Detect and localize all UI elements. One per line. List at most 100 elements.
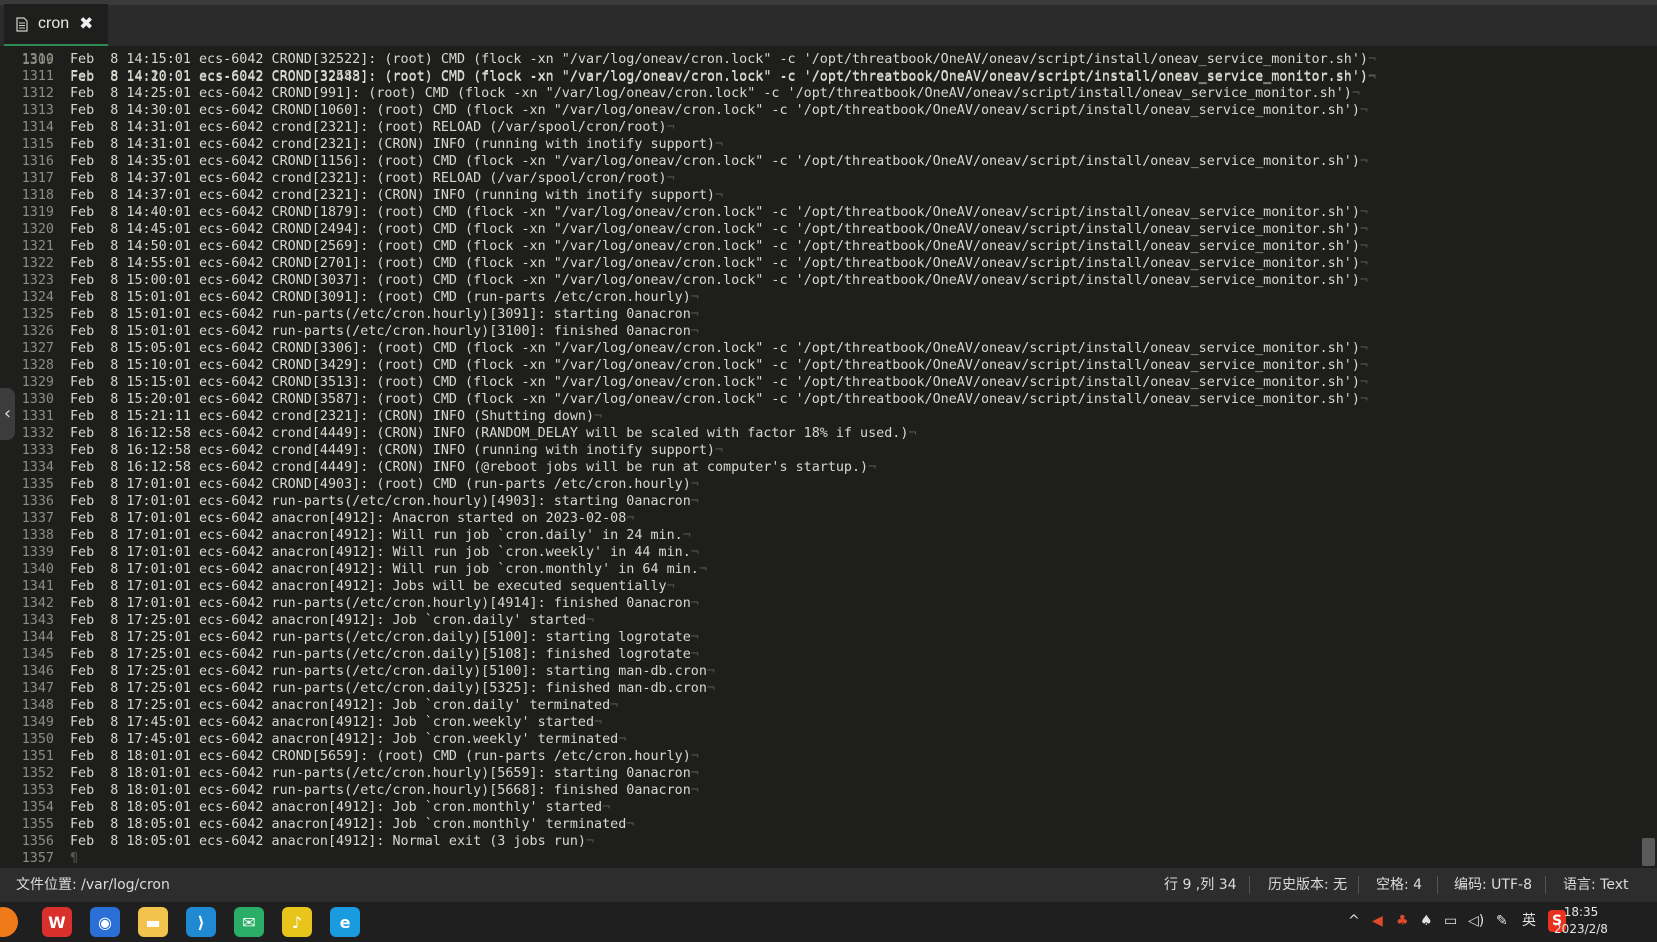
end-of-line-marker: ¬ (618, 732, 627, 747)
editor-line[interactable]: 1331 Feb 8 15:21:11 ecs-6042 crond[2321]:… (0, 408, 1640, 425)
editor-line[interactable]: 1321 Feb 8 14:50:01 ecs-6042 CROND[2569]:… (0, 238, 1640, 255)
line-text: Feb 8 16:12:58 ecs-6042 crond[4449]: (CR… (70, 443, 724, 458)
editor-line[interactable]: 1319 Feb 8 14:40:01 ecs-6042 CROND[1879]:… (0, 204, 1640, 221)
wps-office-icon[interactable]: W (42, 907, 72, 937)
line-number: 1347 (21, 681, 54, 696)
editor-line[interactable]: 1329 Feb 8 15:15:01 ecs-6042 CROND[3513]:… (0, 374, 1640, 391)
file-location: 文件位置: /var/log/cron (16, 877, 170, 893)
indent-setting[interactable]: 空格: 4 (1376, 868, 1422, 902)
end-of-line-marker: ¬ (1367, 69, 1377, 84)
qq-icon[interactable]: ♣ (1396, 910, 1409, 932)
line-text: Feb 8 17:25:01 ecs-6042 run-parts(/etc/c… (70, 681, 715, 696)
editor-line[interactable]: 1332 Feb 8 16:12:58 ecs-6042 crond[4449]:… (0, 425, 1640, 442)
editor-line[interactable]: 1326 Feb 8 15:01:01 ecs-6042 run-parts(/e… (0, 323, 1640, 340)
line-number: 1327 (21, 341, 54, 356)
editor-line[interactable]: 1355 Feb 8 18:05:01 ecs-6042 anacron[4912… (0, 816, 1640, 833)
title-strip (0, 0, 1657, 5)
editor-line[interactable]: 1328 Feb 8 15:10:01 ecs-6042 CROND[3429]:… (0, 357, 1640, 374)
edge-browser-icon[interactable]: e (330, 907, 360, 937)
editor-line[interactable]: 1348 Feb 8 17:25:01 ecs-6042 anacron[4912… (0, 697, 1640, 714)
status-divider (1545, 876, 1546, 894)
end-of-line-marker: ¬ (1359, 358, 1368, 373)
line-number: 1322 (21, 256, 54, 271)
editor-line[interactable]: 1310 Feb 8 14:15:01 ecs-6042 CROND[32522]… (0, 51, 1640, 68)
editor-line[interactable]: 1342 Feb 8 17:01:01 ecs-6042 run-parts(/e… (0, 595, 1640, 612)
editor-line[interactable]: 1347 Feb 8 17:25:01 ecs-6042 run-parts(/e… (0, 680, 1640, 697)
close-icon[interactable]: ✖ (79, 14, 93, 34)
editor-line[interactable]: 1318 Feb 8 14:37:01 ecs-6042 crond[2321]:… (0, 187, 1640, 204)
editor-line[interactable]: 1311 Feb 8 14:20:01 ecs-6042 CROND[32583]… (0, 68, 1640, 85)
editor-line[interactable]: 1351 Feb 8 18:01:01 ecs-6042 CROND[5659]:… (0, 748, 1640, 765)
line-text: Feb 8 15:20:01 ecs-6042 CROND[3587]: (ro… (70, 392, 1368, 407)
collapse-sidebar-arrow-icon[interactable]: ‹ (0, 388, 15, 440)
editor-line[interactable]: 1323 Feb 8 15:00:01 ecs-6042 CROND[3037]:… (0, 272, 1640, 289)
editor-line[interactable]: 1336 Feb 8 17:01:01 ecs-6042 run-parts(/e… (0, 493, 1640, 510)
language-setting[interactable]: 语言: Text (1563, 868, 1628, 902)
editor-line[interactable]: 1337 Feb 8 17:01:01 ecs-6042 anacron[4912… (0, 510, 1640, 527)
wechat-icon[interactable]: ✉ (234, 907, 264, 937)
editor-line[interactable]: 1349 Feb 8 17:45:01 ecs-6042 anacron[4912… (0, 714, 1640, 731)
status-divider (1437, 876, 1438, 894)
end-of-line-marker: ¬ (714, 443, 724, 458)
encoding-setting[interactable]: 编码: UTF-8 (1454, 868, 1532, 902)
editor-line[interactable]: 1341 Feb 8 17:01:01 ecs-6042 anacron[4912… (0, 578, 1640, 595)
editor-line[interactable]: 1327 Feb 8 15:05:01 ecs-6042 CROND[3306]:… (0, 340, 1640, 357)
pen-icon[interactable]: ✎ (1496, 910, 1508, 932)
code-editor[interactable]: 1309 Feb 8 14:10:01 ecs-6042 CROND[32448… (0, 46, 1640, 868)
chevron-up-icon[interactable]: ^ (1348, 910, 1360, 932)
end-of-line-marker: ¬ (690, 307, 699, 322)
vscode-icon[interactable]: ⟩ (186, 907, 216, 937)
end-of-line-marker: ¬ (698, 562, 707, 577)
editor-line[interactable]: 1333 Feb 8 16:12:58 ecs-6042 crond[4449]:… (0, 442, 1640, 459)
editor-line[interactable]: 1330 Feb 8 15:20:01 ecs-6042 CROND[3587]:… (0, 391, 1640, 408)
editor-line[interactable]: 1346 Feb 8 17:25:01 ecs-6042 run-parts(/e… (0, 663, 1640, 680)
end-of-line-marker: ¬ (868, 460, 877, 475)
cursor-position[interactable]: 行 9 ,列 34 (1164, 868, 1237, 902)
editor-line[interactable]: 1339 Feb 8 17:01:01 ecs-6042 anacron[4912… (0, 544, 1640, 561)
speaker-muted-icon[interactable]: ◀ (1372, 910, 1383, 932)
editor-line[interactable]: 1352 Feb 8 18:01:01 ecs-6042 run-parts(/e… (0, 765, 1640, 782)
editor-line[interactable]: 1356 Feb 8 18:05:01 ecs-6042 anacron[4912… (0, 833, 1640, 850)
editor-line[interactable]: 1334 Feb 8 16:12:58 ecs-6042 crond[4449]:… (0, 459, 1640, 476)
scrollbar-thumb[interactable] (1642, 838, 1655, 866)
volume-icon[interactable]: ◁) (1468, 910, 1484, 932)
editor-line[interactable]: 1345 Feb 8 17:25:01 ecs-6042 run-parts(/e… (0, 646, 1640, 663)
chrome-browser-icon[interactable]: ◉ (90, 907, 120, 937)
line-number: 1350 (21, 732, 54, 747)
editor-line[interactable]: 1316 Feb 8 14:35:01 ecs-6042 CROND[1156]:… (0, 153, 1640, 170)
editor-line[interactable]: 1350 Feb 8 17:45:01 ecs-6042 anacron[4912… (0, 731, 1640, 748)
editor-line[interactable]: 1324 Feb 8 15:01:01 ecs-6042 CROND[3091]:… (0, 289, 1640, 306)
input-method-indicator[interactable]: 英 (1522, 910, 1536, 932)
end-of-line-marker: ¬ (690, 477, 699, 492)
editor-line[interactable]: 1343 Feb 8 17:25:01 ecs-6042 anacron[4912… (0, 612, 1640, 629)
file-explorer-icon[interactable]: ▬ (138, 907, 168, 937)
system-clock[interactable]: 18:35 2023/2/8 (1541, 904, 1621, 938)
editor-line[interactable]: 1325 Feb 8 15:01:01 ecs-6042 run-parts(/e… (0, 306, 1640, 323)
vertical-scrollbar[interactable] (1640, 46, 1657, 868)
line-number: 1338 (21, 528, 54, 543)
editor-line[interactable]: 1344 Feb 8 17:25:01 ecs-6042 run-parts(/e… (0, 629, 1640, 646)
editor-line[interactable]: 1357 ¶ (0, 850, 1640, 867)
history-version[interactable]: 历史版本: 无 (1268, 868, 1347, 902)
network-icon[interactable]: ▭ (1444, 910, 1457, 932)
editor-line[interactable]: 1312 Feb 8 14:25:01 ecs-6042 CROND[991]: … (0, 85, 1640, 102)
line-text: Feb 8 18:01:01 ecs-6042 CROND[5659]: (ro… (70, 749, 699, 764)
editor-line[interactable]: 1354 Feb 8 18:05:01 ecs-6042 anacron[4912… (0, 799, 1640, 816)
editor-line[interactable]: 1315 Feb 8 14:31:01 ecs-6042 crond[2321]:… (0, 136, 1640, 153)
line-number: 1323 (21, 273, 54, 288)
editor-line[interactable]: 1338 Feb 8 17:01:01 ecs-6042 anacron[4912… (0, 527, 1640, 544)
qq-alt-icon[interactable]: ♠ (1420, 910, 1433, 932)
editor-line[interactable]: 1335 Feb 8 17:01:01 ecs-6042 CROND[4903]:… (0, 476, 1640, 493)
line-text: Feb 8 18:01:01 ecs-6042 run-parts(/etc/c… (70, 783, 699, 798)
tab-cron[interactable]: cron ✖ (4, 4, 108, 46)
editor-line[interactable]: 1320 Feb 8 14:45:01 ecs-6042 CROND[2494]:… (0, 221, 1640, 238)
editor-line[interactable]: 1322 Feb 8 14:55:01 ecs-6042 CROND[2701]:… (0, 255, 1640, 272)
editor-line[interactable]: 1314 Feb 8 14:31:01 ecs-6042 crond[2321]:… (0, 119, 1640, 136)
editor-line[interactable]: 1313 Feb 8 14:30:01 ecs-6042 CROND[1060]:… (0, 102, 1640, 119)
end-of-line-marker: ¬ (585, 834, 595, 849)
editor-line[interactable]: 1340 Feb 8 17:01:01 ecs-6042 anacron[4912… (0, 561, 1640, 578)
end-of-line-marker: ¬ (690, 783, 699, 798)
music-player-icon[interactable]: ♪ (282, 907, 312, 937)
editor-line[interactable]: 1353 Feb 8 18:01:01 ecs-6042 run-parts(/e… (0, 782, 1640, 799)
editor-line[interactable]: 1317 Feb 8 14:37:01 ecs-6042 crond[2321]:… (0, 170, 1640, 187)
